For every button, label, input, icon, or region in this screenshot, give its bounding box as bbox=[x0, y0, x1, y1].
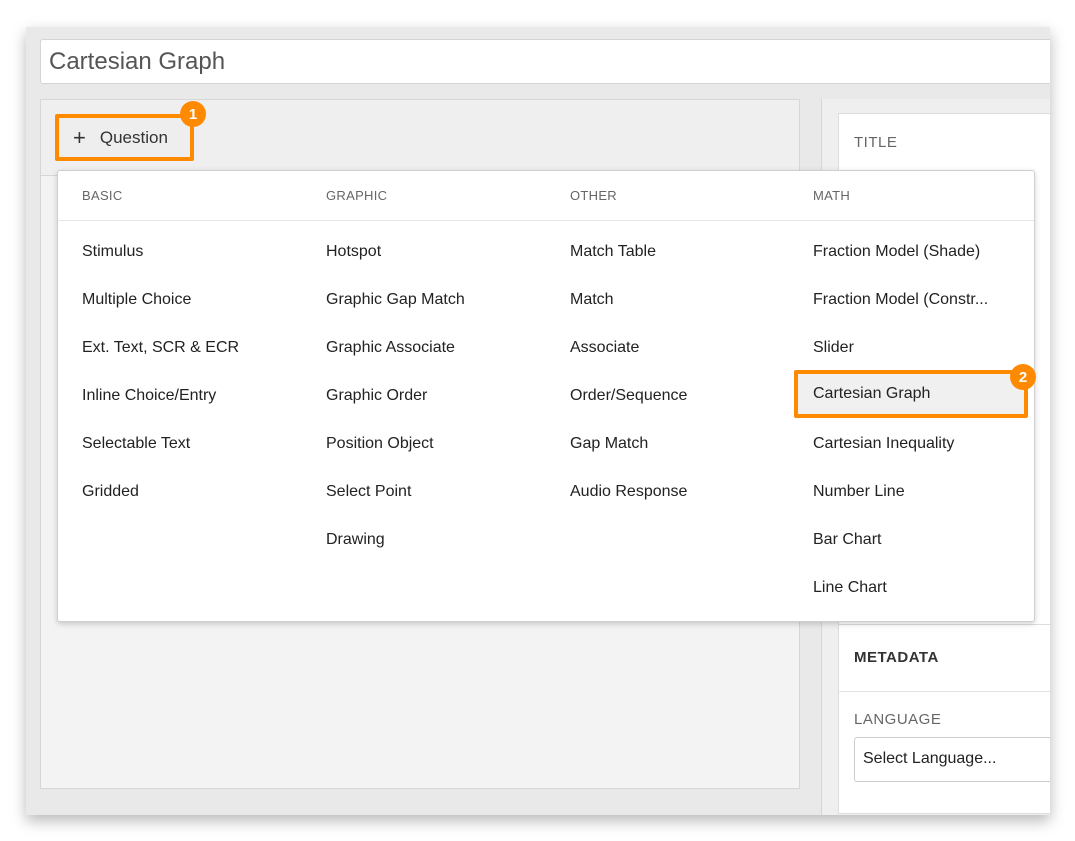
title-label: TITLE bbox=[854, 134, 898, 151]
menu-item-fraction-model-construct[interactable]: Fraction Model (Constr... bbox=[813, 276, 988, 324]
menu-item-order-sequence[interactable]: Order/Sequence bbox=[570, 372, 687, 420]
menu-item-drawing[interactable]: Drawing bbox=[326, 516, 385, 564]
menu-item-match[interactable]: Match bbox=[570, 276, 614, 324]
menu-item-cartesian-inequality[interactable]: Cartesian Inequality bbox=[813, 420, 954, 468]
metadata-title: METADATA bbox=[854, 649, 939, 666]
menu-item-graphic-associate[interactable]: Graphic Associate bbox=[326, 324, 455, 372]
menu-item-inline-choice[interactable]: Inline Choice/Entry bbox=[82, 372, 216, 420]
menu-item-fraction-model-shade[interactable]: Fraction Model (Shade) bbox=[813, 228, 980, 276]
add-question-label: Question bbox=[99, 127, 168, 147]
menu-item-hotspot[interactable]: Hotspot bbox=[326, 228, 381, 276]
step-callout-1: 1 bbox=[180, 101, 206, 127]
column-header-basic: BASIC bbox=[82, 188, 123, 203]
menu-item-number-line[interactable]: Number Line bbox=[813, 468, 905, 516]
metadata-card: METADATA LANGUAGE Select Language... bbox=[838, 624, 1050, 814]
menu-item-gap-match[interactable]: Gap Match bbox=[570, 420, 648, 468]
column-header-other: OTHER bbox=[570, 188, 617, 203]
menu-item-position-object[interactable]: Position Object bbox=[326, 420, 434, 468]
menu-item-ext-text[interactable]: Ext. Text, SCR & ECR bbox=[82, 324, 239, 372]
editor-window: Cartesian Graph + Question 1 TITLE METAD… bbox=[26, 27, 1050, 815]
divider bbox=[839, 691, 1050, 692]
menu-item-line-chart[interactable]: Line Chart bbox=[813, 564, 887, 612]
step-callout-2: 2 bbox=[1010, 364, 1036, 390]
menu-item-audio-response[interactable]: Audio Response bbox=[570, 468, 687, 516]
add-question-button[interactable]: + Question bbox=[55, 114, 194, 161]
menu-item-associate[interactable]: Associate bbox=[570, 324, 639, 372]
menu-item-selectable-text[interactable]: Selectable Text bbox=[82, 420, 190, 468]
menu-item-stimulus[interactable]: Stimulus bbox=[82, 228, 143, 276]
plus-icon: + bbox=[73, 124, 86, 150]
title-input[interactable]: Cartesian Graph bbox=[40, 39, 1050, 84]
menu-item-cartesian-graph[interactable]: Cartesian Graph bbox=[794, 370, 1028, 418]
menu-item-slider[interactable]: Slider bbox=[813, 324, 854, 372]
menu-header-row: BASIC GRAPHIC OTHER MATH bbox=[58, 171, 1034, 221]
column-header-math: MATH bbox=[813, 188, 851, 203]
language-label: LANGUAGE bbox=[854, 711, 942, 728]
column-header-graphic: GRAPHIC bbox=[326, 188, 388, 203]
menu-item-graphic-order[interactable]: Graphic Order bbox=[326, 372, 427, 420]
question-type-menu: BASIC GRAPHIC OTHER MATH Stimulus Multip… bbox=[57, 170, 1035, 622]
menu-item-match-table[interactable]: Match Table bbox=[570, 228, 656, 276]
menu-item-gridded[interactable]: Gridded bbox=[82, 468, 139, 516]
menu-item-graphic-gap-match[interactable]: Graphic Gap Match bbox=[326, 276, 465, 324]
menu-item-bar-chart[interactable]: Bar Chart bbox=[813, 516, 881, 564]
menu-item-select-point[interactable]: Select Point bbox=[326, 468, 411, 516]
menu-item-multiple-choice[interactable]: Multiple Choice bbox=[82, 276, 191, 324]
language-select[interactable]: Select Language... bbox=[854, 737, 1050, 782]
